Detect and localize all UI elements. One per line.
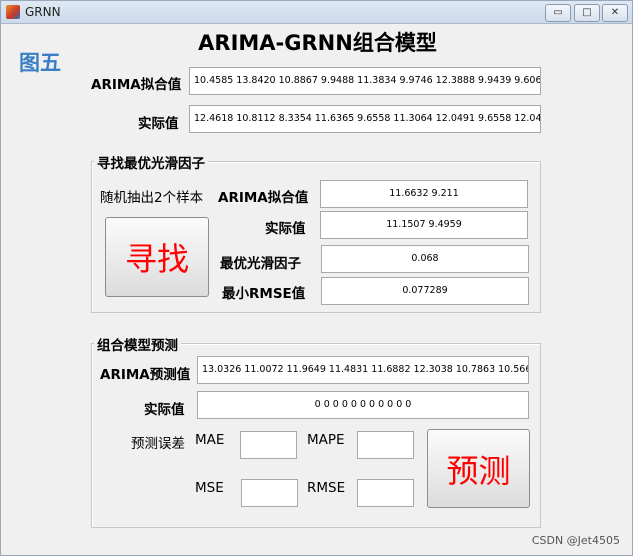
search-panel-title: 寻找最优光滑因子 [94,152,208,172]
title-bar: GRNN ▭ □ ✕ [1,1,632,24]
predict-actual-field[interactable]: 0 0 0 0 0 0 0 0 0 0 0 [197,391,529,419]
predict-panel-title: 组合模型预测 [94,334,181,354]
mae-field[interactable] [240,431,297,459]
matlab-icon [6,5,20,19]
arima-fit-field[interactable]: 10.4585 13.8420 10.8867 9.9488 11.3834 9… [189,67,541,95]
search-arima-field[interactable]: 11.6632 9.211 [320,180,528,208]
predict-arima-values: 13.0326 11.0072 11.9649 11.4831 11.6882 … [202,364,529,376]
mape-field[interactable] [357,431,414,459]
best-factor-label: 最优光滑因子 [220,256,301,272]
min-rmse-label: 最小RMSE值 [222,286,306,302]
search-actual-field[interactable]: 11.1507 9.4959 [320,211,528,239]
mae-label: MAE [195,432,225,448]
mse-field[interactable] [241,479,298,507]
mse-label: MSE [195,480,224,496]
app-window: GRNN ▭ □ ✕ ARIMA-GRNN组合模型 图五 ARIMA拟合值 10… [0,0,633,556]
arima-fit-label: ARIMA拟合值 [91,77,182,93]
watermark-text: CSDN @Jet4505 [531,534,620,547]
actual-field[interactable]: 12.4618 10.8112 8.3354 11.6365 9.6558 11… [189,105,541,133]
actual-values: 12.4618 10.8112 8.3354 11.6365 9.6558 11… [194,113,541,125]
arima-fit-values: 10.4585 13.8420 10.8867 9.9488 11.3834 9… [194,75,541,87]
predict-arima-label: ARIMA预测值 [100,367,191,383]
minimize-button[interactable]: ▭ [545,4,571,22]
search-actual-label: 实际值 [265,221,306,237]
page-title: ARIMA-GRNN组合模型 [198,31,437,55]
rmse-label: RMSE [307,480,346,496]
min-rmse-value: 0.077289 [402,285,448,297]
predict-arima-field[interactable]: 13.0326 11.0072 11.9649 11.4831 11.6882 … [197,356,529,384]
predict-actual-label: 实际值 [144,402,185,418]
predict-actual-values: 0 0 0 0 0 0 0 0 0 0 0 [314,399,412,411]
rmse-field[interactable] [357,479,414,507]
error-label: 预测误差 [131,436,185,452]
search-arima-values: 11.6632 9.211 [389,188,459,200]
min-rmse-field[interactable]: 0.077289 [321,277,529,305]
sample-text: 随机抽出2个样本 [100,190,204,206]
predict-button[interactable]: 预测 [427,429,530,508]
search-actual-values: 11.1507 9.4959 [386,219,462,231]
search-arima-label: ARIMA拟合值 [218,190,309,206]
maximize-button[interactable]: □ [574,4,600,22]
best-factor-value: 0.068 [411,253,439,265]
mape-label: MAPE [307,432,345,448]
search-button[interactable]: 寻找 [105,217,209,297]
figure-label: 图五 [19,51,61,75]
actual-label: 实际值 [138,116,179,132]
close-button[interactable]: ✕ [602,4,628,22]
window-title: GRNN [25,5,61,19]
best-factor-field[interactable]: 0.068 [321,245,529,273]
